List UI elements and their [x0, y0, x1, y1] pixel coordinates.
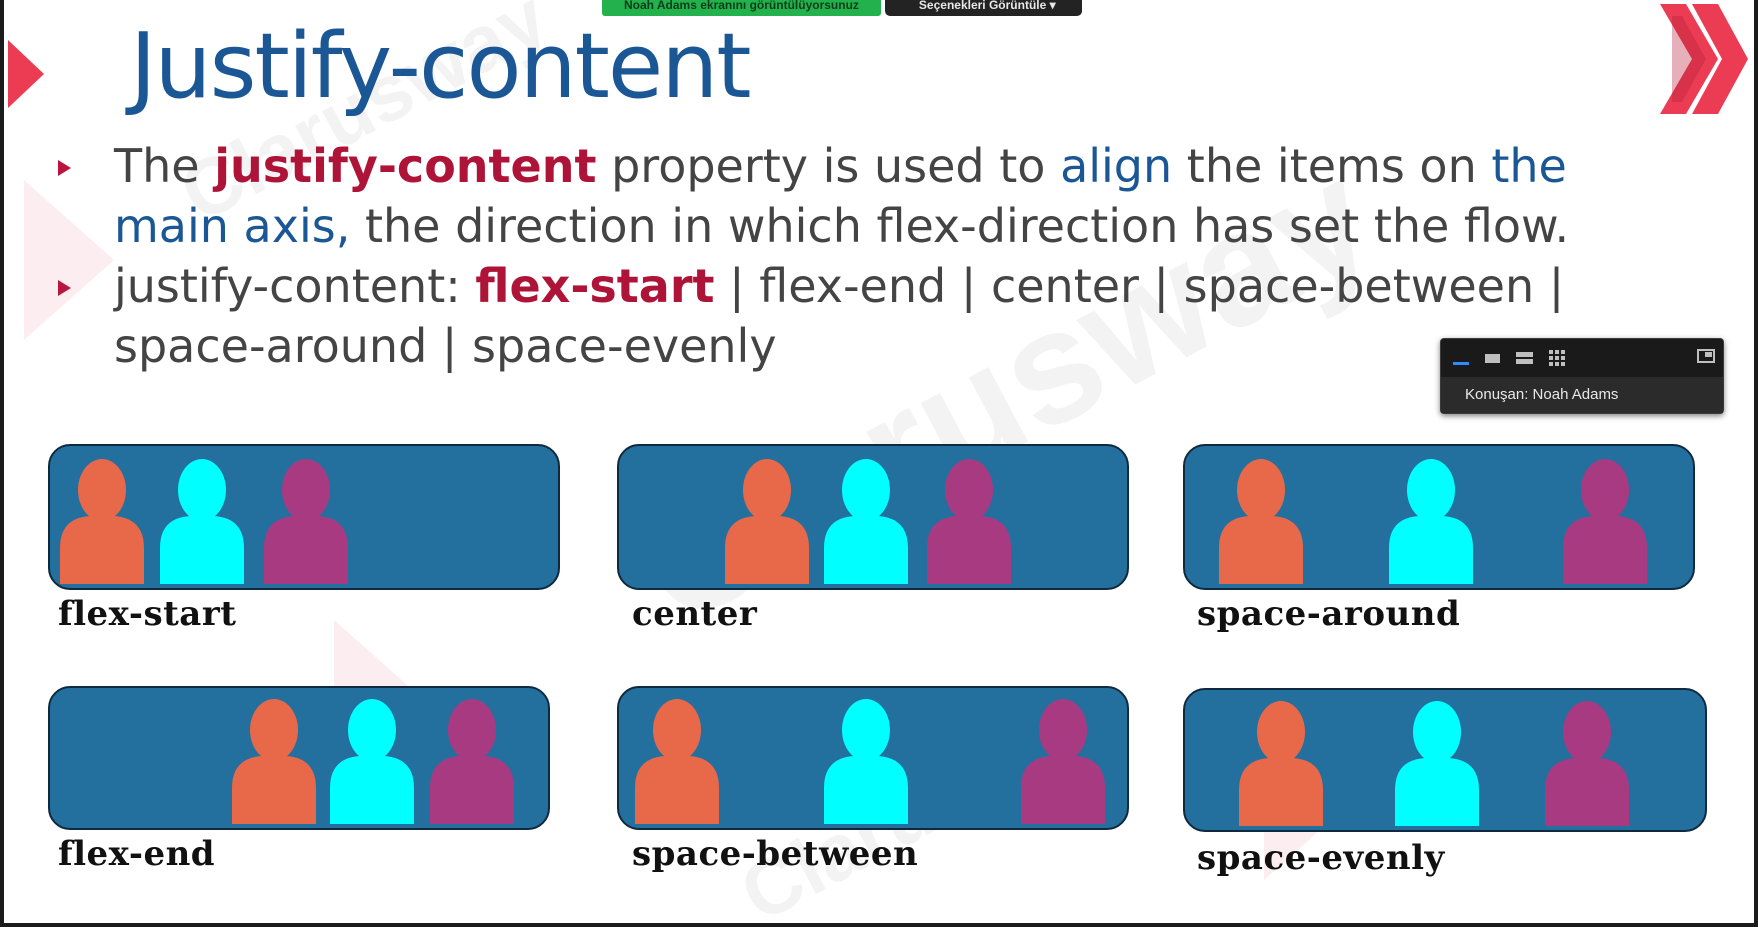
minimize-icon[interactable]	[1453, 361, 1469, 365]
speaker-label: Konuşan: Noah Adams	[1441, 377, 1723, 413]
speaker-view-panel[interactable]: Konuşan: Noah Adams	[1440, 338, 1724, 414]
panel-label: flex-end	[58, 834, 216, 874]
person-icon	[1239, 701, 1323, 826]
panel-label: space-around	[1197, 594, 1461, 634]
expand-icon[interactable]	[1697, 349, 1715, 363]
bullet-list: The justify-content property is used to …	[58, 136, 1618, 376]
person-icon	[1563, 459, 1647, 584]
view-toolbar	[1453, 349, 1565, 367]
demo-panel-space-between	[617, 686, 1129, 830]
clarusway-chevron-logo-icon	[1660, 4, 1748, 114]
person-icon	[1545, 701, 1629, 826]
bullet-text: the direction in which flex-direction ha…	[350, 199, 1570, 253]
demo-panel-space-around	[1183, 444, 1695, 590]
bullet-marker-icon	[58, 160, 71, 176]
bullet-marker-icon	[58, 280, 71, 296]
bullet-keyword: align	[1060, 139, 1173, 193]
person-icon	[1021, 699, 1105, 824]
demo-panel-space-evenly	[1183, 688, 1707, 832]
bullet-keyword: justify-content	[214, 139, 597, 193]
view-options-button[interactable]: Seçenekleri Görüntüle ▾	[884, 0, 1082, 16]
demo-panel-center	[617, 444, 1129, 590]
person-icon	[824, 699, 908, 824]
panel-label: center	[632, 594, 758, 634]
bullet-text: justify-content:	[114, 259, 476, 313]
panel-label: space-evenly	[1197, 838, 1445, 878]
bullet-item: justify-content: flex-start | flex-end |…	[58, 256, 1618, 376]
gallery-view-icon[interactable]	[1549, 350, 1565, 366]
bullet-keyword: flex-start	[475, 259, 715, 313]
person-icon	[824, 459, 908, 584]
person-icon	[1389, 459, 1473, 584]
person-icon	[232, 699, 316, 824]
person-icon	[60, 459, 144, 584]
person-icon	[264, 459, 348, 584]
panel-label: flex-start	[58, 594, 237, 634]
person-icon	[330, 699, 414, 824]
person-icon	[1219, 459, 1303, 584]
person-icon	[160, 459, 244, 584]
slide-frame: Clarusway Clarusway Clarusway Noah Adams…	[0, 0, 1758, 927]
bullet-item: The justify-content property is used to …	[58, 136, 1618, 256]
person-icon	[430, 699, 514, 824]
demo-panel-flex-start	[48, 444, 560, 590]
slide-title: Justify-content	[130, 14, 752, 119]
demo-panel-flex-end	[48, 686, 550, 830]
speaker-view-icon[interactable]	[1485, 353, 1500, 363]
bullet-text: the items on	[1172, 139, 1492, 193]
slide-marker-icon	[8, 40, 44, 108]
person-icon	[725, 459, 809, 584]
bullet-text: The	[114, 139, 215, 193]
bullet-text: property is used to	[596, 139, 1061, 193]
split-view-icon[interactable]	[1516, 352, 1533, 364]
person-icon	[635, 699, 719, 824]
panel-label: space-between	[632, 834, 919, 874]
person-icon	[927, 459, 1011, 584]
person-icon	[1395, 701, 1479, 826]
